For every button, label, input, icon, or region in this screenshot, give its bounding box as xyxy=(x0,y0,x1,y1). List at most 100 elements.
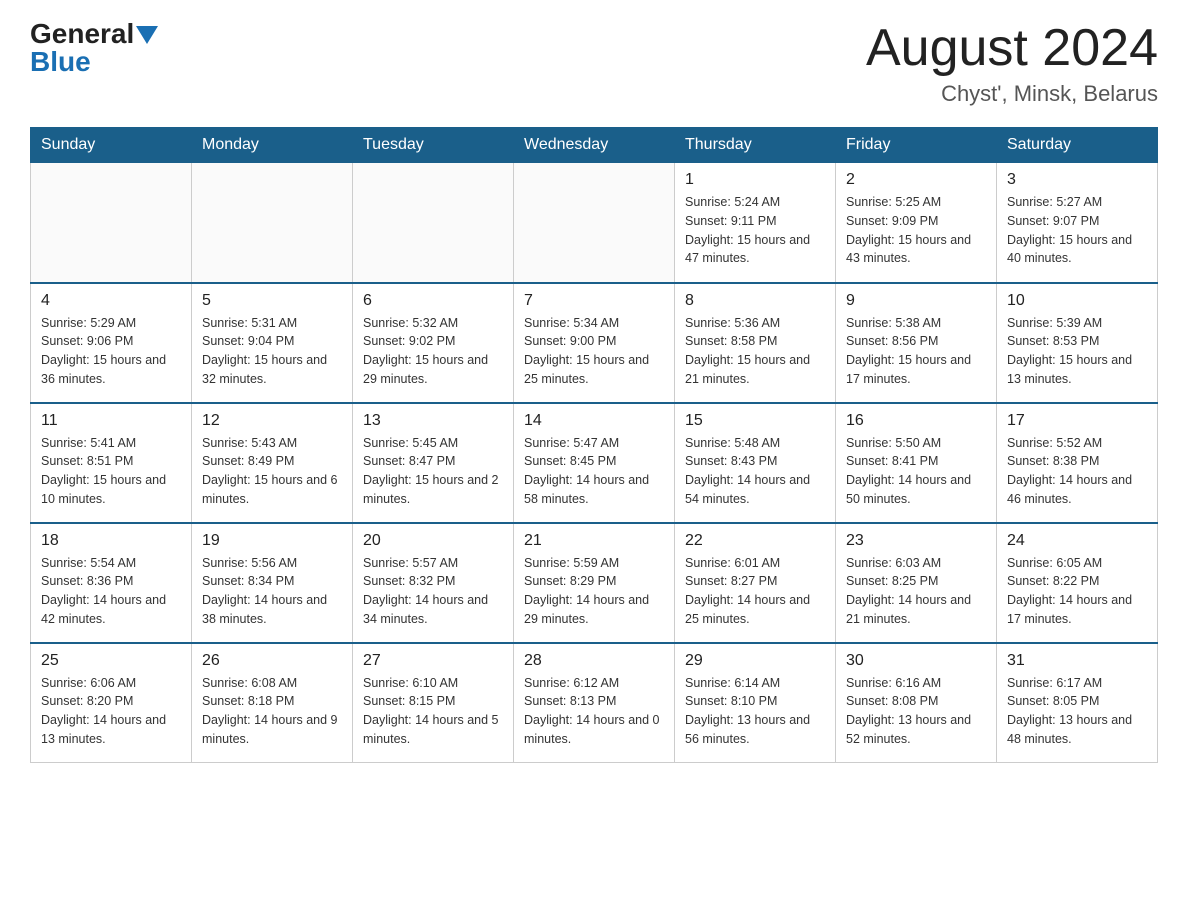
calendar-cell: 16 Sunrise: 5:50 AMSunset: 8:41 PMDayligh… xyxy=(836,403,997,523)
calendar-cell: 2 Sunrise: 5:25 AMSunset: 9:09 PMDaylight… xyxy=(836,163,997,283)
calendar-cell xyxy=(192,163,353,283)
calendar-cell: 11 Sunrise: 5:41 AMSunset: 8:51 PMDayligh… xyxy=(31,403,192,523)
month-title: August 2024 xyxy=(866,20,1158,77)
calendar-cell: 30 Sunrise: 6:16 AMSunset: 8:08 PMDayligh… xyxy=(836,643,997,763)
day-info: Sunrise: 6:08 AMSunset: 8:18 PMDaylight:… xyxy=(202,674,342,749)
page-header: General Blue August 2024 Chyst', Minsk, … xyxy=(30,20,1158,107)
day-number: 30 xyxy=(846,652,986,670)
calendar-cell xyxy=(514,163,675,283)
day-info: Sunrise: 5:24 AMSunset: 9:11 PMDaylight:… xyxy=(685,193,825,268)
day-number: 8 xyxy=(685,292,825,310)
calendar-week-row: 25Sunrise: 6:06 AMSunset: 8:20 PMDayligh… xyxy=(31,643,1158,763)
day-number: 26 xyxy=(202,652,342,670)
day-info: Sunrise: 5:47 AMSunset: 8:45 PMDaylight:… xyxy=(524,434,664,509)
day-number: 4 xyxy=(41,292,181,310)
calendar-cell: 21 Sunrise: 5:59 AMSunset: 8:29 PMDayligh… xyxy=(514,523,675,643)
calendar-cell: 1 Sunrise: 5:24 AMSunset: 9:11 PMDaylight… xyxy=(675,163,836,283)
day-info: Sunrise: 5:32 AMSunset: 9:02 PMDaylight:… xyxy=(363,314,503,389)
day-info: Sunrise: 6:10 AMSunset: 8:15 PMDaylight:… xyxy=(363,674,503,749)
day-info: Sunrise: 5:48 AMSunset: 8:43 PMDaylight:… xyxy=(685,434,825,509)
day-info: Sunrise: 5:41 AMSunset: 8:51 PMDaylight:… xyxy=(41,434,181,509)
day-number: 7 xyxy=(524,292,664,310)
day-info: Sunrise: 5:38 AMSunset: 8:56 PMDaylight:… xyxy=(846,314,986,389)
day-info: Sunrise: 5:34 AMSunset: 9:00 PMDaylight:… xyxy=(524,314,664,389)
calendar-cell: 18Sunrise: 5:54 AMSunset: 8:36 PMDayligh… xyxy=(31,523,192,643)
day-number: 3 xyxy=(1007,171,1147,189)
calendar-week-row: 18Sunrise: 5:54 AMSunset: 8:36 PMDayligh… xyxy=(31,523,1158,643)
day-number: 19 xyxy=(202,532,342,550)
calendar-cell: 25Sunrise: 6:06 AMSunset: 8:20 PMDayligh… xyxy=(31,643,192,763)
calendar-cell: 22Sunrise: 6:01 AMSunset: 8:27 PMDayligh… xyxy=(675,523,836,643)
calendar-cell: 28 Sunrise: 6:12 AMSunset: 8:13 PMDayligh… xyxy=(514,643,675,763)
logo-blue-text: Blue xyxy=(30,48,91,76)
day-info: Sunrise: 6:12 AMSunset: 8:13 PMDaylight:… xyxy=(524,674,664,749)
day-number: 17 xyxy=(1007,412,1147,430)
day-number: 23 xyxy=(846,532,986,550)
calendar-cell: 13Sunrise: 5:45 AMSunset: 8:47 PMDayligh… xyxy=(353,403,514,523)
day-info: Sunrise: 6:17 AMSunset: 8:05 PMDaylight:… xyxy=(1007,674,1147,749)
day-of-week-header: Thursday xyxy=(675,128,836,163)
day-info: Sunrise: 5:43 AMSunset: 8:49 PMDaylight:… xyxy=(202,434,342,509)
day-info: Sunrise: 5:56 AMSunset: 8:34 PMDaylight:… xyxy=(202,554,342,629)
day-of-week-header: Tuesday xyxy=(353,128,514,163)
day-number: 16 xyxy=(846,412,986,430)
calendar-cell: 17Sunrise: 5:52 AMSunset: 8:38 PMDayligh… xyxy=(997,403,1158,523)
calendar-cell: 9 Sunrise: 5:38 AMSunset: 8:56 PMDaylight… xyxy=(836,283,997,403)
day-of-week-header: Sunday xyxy=(31,128,192,163)
day-number: 20 xyxy=(363,532,503,550)
day-of-week-header: Wednesday xyxy=(514,128,675,163)
calendar-cell: 29 Sunrise: 6:14 AMSunset: 8:10 PMDayligh… xyxy=(675,643,836,763)
day-number: 1 xyxy=(685,171,825,189)
calendar-cell: 15 Sunrise: 5:48 AMSunset: 8:43 PMDayligh… xyxy=(675,403,836,523)
calendar-header-row: SundayMondayTuesdayWednesdayThursdayFrid… xyxy=(31,128,1158,163)
day-info: Sunrise: 6:01 AMSunset: 8:27 PMDaylight:… xyxy=(685,554,825,629)
calendar-cell: 3Sunrise: 5:27 AMSunset: 9:07 PMDaylight… xyxy=(997,163,1158,283)
calendar-cell: 20 Sunrise: 5:57 AMSunset: 8:32 PMDayligh… xyxy=(353,523,514,643)
day-number: 21 xyxy=(524,532,664,550)
day-info: Sunrise: 5:59 AMSunset: 8:29 PMDaylight:… xyxy=(524,554,664,629)
day-info: Sunrise: 6:03 AMSunset: 8:25 PMDaylight:… xyxy=(846,554,986,629)
calendar-cell xyxy=(31,163,192,283)
day-info: Sunrise: 5:54 AMSunset: 8:36 PMDaylight:… xyxy=(41,554,181,629)
calendar-cell: 24Sunrise: 6:05 AMSunset: 8:22 PMDayligh… xyxy=(997,523,1158,643)
day-of-week-header: Friday xyxy=(836,128,997,163)
calendar-week-row: 11 Sunrise: 5:41 AMSunset: 8:51 PMDayligh… xyxy=(31,403,1158,523)
day-number: 15 xyxy=(685,412,825,430)
calendar-cell: 26 Sunrise: 6:08 AMSunset: 8:18 PMDayligh… xyxy=(192,643,353,763)
calendar-table: SundayMondayTuesdayWednesdayThursdayFrid… xyxy=(30,127,1158,763)
day-info: Sunrise: 6:16 AMSunset: 8:08 PMDaylight:… xyxy=(846,674,986,749)
day-info: Sunrise: 5:57 AMSunset: 8:32 PMDaylight:… xyxy=(363,554,503,629)
day-number: 5 xyxy=(202,292,342,310)
calendar-cell: 7 Sunrise: 5:34 AMSunset: 9:00 PMDaylight… xyxy=(514,283,675,403)
day-number: 25 xyxy=(41,652,181,670)
calendar-cell xyxy=(353,163,514,283)
calendar-cell: 10Sunrise: 5:39 AMSunset: 8:53 PMDayligh… xyxy=(997,283,1158,403)
day-number: 28 xyxy=(524,652,664,670)
calendar-week-row: 4Sunrise: 5:29 AMSunset: 9:06 PMDaylight… xyxy=(31,283,1158,403)
calendar-cell: 31 Sunrise: 6:17 AMSunset: 8:05 PMDayligh… xyxy=(997,643,1158,763)
calendar-week-row: 1 Sunrise: 5:24 AMSunset: 9:11 PMDaylight… xyxy=(31,163,1158,283)
logo: General Blue xyxy=(30,20,158,76)
day-number: 11 xyxy=(41,412,181,430)
calendar-cell: 23 Sunrise: 6:03 AMSunset: 8:25 PMDayligh… xyxy=(836,523,997,643)
day-info: Sunrise: 5:25 AMSunset: 9:09 PMDaylight:… xyxy=(846,193,986,268)
day-number: 13 xyxy=(363,412,503,430)
calendar-cell: 12Sunrise: 5:43 AMSunset: 8:49 PMDayligh… xyxy=(192,403,353,523)
day-of-week-header: Saturday xyxy=(997,128,1158,163)
day-of-week-header: Monday xyxy=(192,128,353,163)
logo-general-text: General xyxy=(30,20,134,48)
calendar-cell: 4Sunrise: 5:29 AMSunset: 9:06 PMDaylight… xyxy=(31,283,192,403)
calendar-cell: 8 Sunrise: 5:36 AMSunset: 8:58 PMDaylight… xyxy=(675,283,836,403)
day-number: 31 xyxy=(1007,652,1147,670)
day-number: 9 xyxy=(846,292,986,310)
day-info: Sunrise: 5:31 AMSunset: 9:04 PMDaylight:… xyxy=(202,314,342,389)
day-info: Sunrise: 5:36 AMSunset: 8:58 PMDaylight:… xyxy=(685,314,825,389)
day-info: Sunrise: 6:14 AMSunset: 8:10 PMDaylight:… xyxy=(685,674,825,749)
day-number: 29 xyxy=(685,652,825,670)
calendar-cell: 5 Sunrise: 5:31 AMSunset: 9:04 PMDaylight… xyxy=(192,283,353,403)
calendar-cell: 14Sunrise: 5:47 AMSunset: 8:45 PMDayligh… xyxy=(514,403,675,523)
calendar-cell: 6Sunrise: 5:32 AMSunset: 9:02 PMDaylight… xyxy=(353,283,514,403)
day-number: 2 xyxy=(846,171,986,189)
day-info: Sunrise: 5:50 AMSunset: 8:41 PMDaylight:… xyxy=(846,434,986,509)
day-info: Sunrise: 5:39 AMSunset: 8:53 PMDaylight:… xyxy=(1007,314,1147,389)
